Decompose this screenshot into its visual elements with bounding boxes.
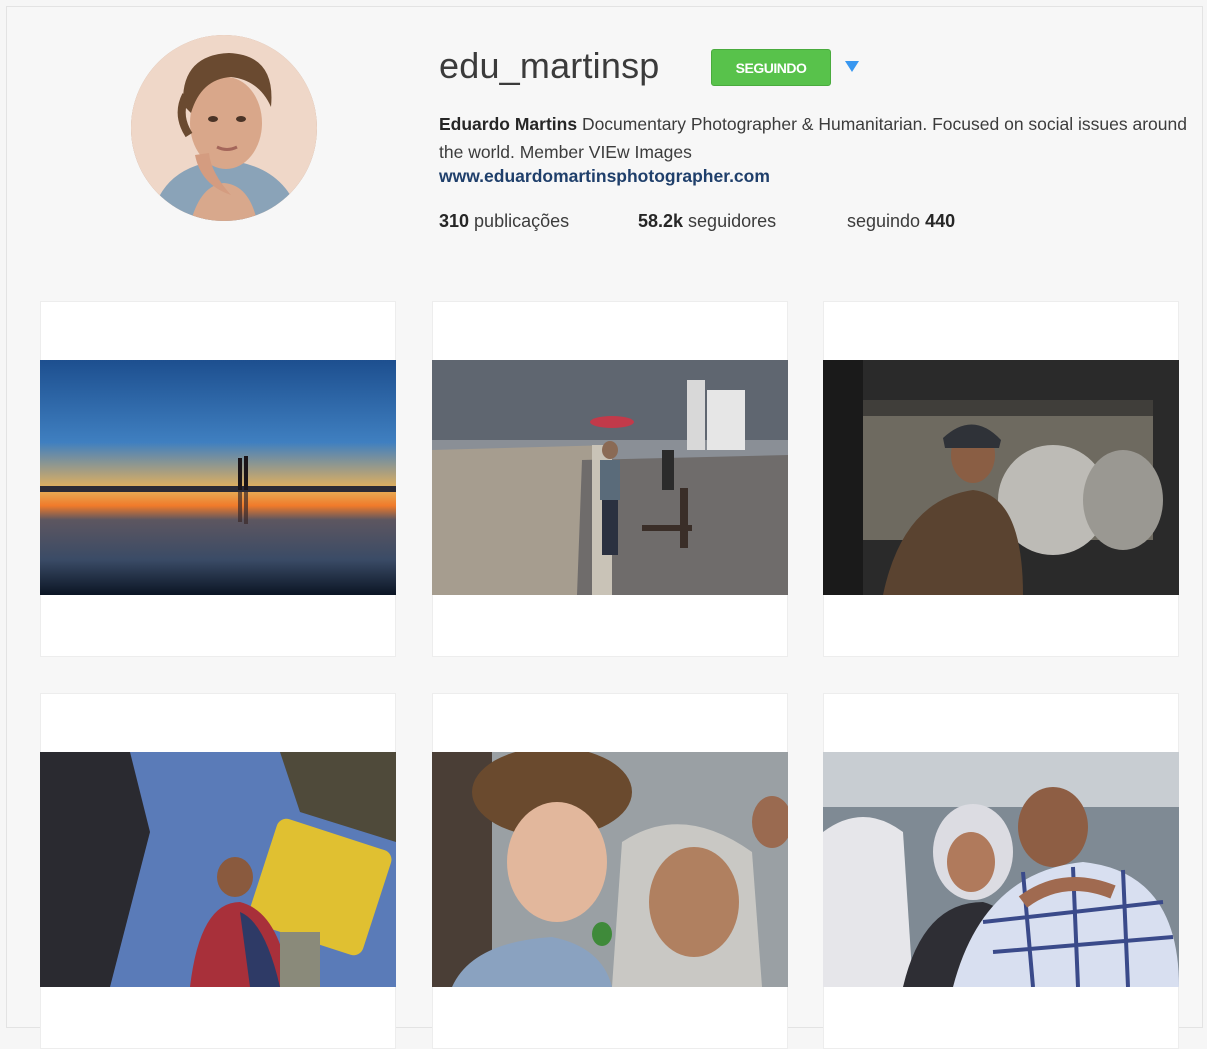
full-name: Eduardo Martins	[439, 114, 578, 134]
profile-avatar[interactable]	[131, 35, 317, 221]
profile-bio: Eduardo Martins Documentary Photographer…	[439, 110, 1189, 166]
stat-posts: 310 publicações	[439, 211, 569, 232]
post-photo	[432, 752, 788, 987]
post-tile[interactable]	[432, 301, 788, 657]
followers-label: seguidores	[683, 211, 777, 231]
stat-followers[interactable]: 58.2k seguidores	[638, 211, 776, 232]
post-photo	[823, 360, 1179, 595]
posts-count: 310	[439, 211, 470, 231]
post-tile[interactable]	[823, 301, 1179, 657]
post-photo	[432, 360, 788, 595]
post-photo	[823, 752, 1179, 987]
post-tile[interactable]	[40, 301, 396, 657]
website-link[interactable]: www.eduardomartinsphotographer.com	[439, 166, 770, 187]
post-tile[interactable]	[823, 693, 1179, 1049]
post-photo	[40, 360, 396, 595]
following-label: seguindo	[847, 211, 926, 231]
avatar-portrait	[131, 35, 317, 221]
followers-count: 58.2k	[638, 211, 684, 231]
post-tile[interactable]	[40, 693, 396, 1049]
username: edu_martinsp	[439, 45, 660, 86]
post-photo	[40, 752, 396, 987]
triangle-down-icon[interactable]	[843, 57, 861, 75]
post-tile[interactable]	[432, 693, 788, 1049]
profile-page: edu_martinsp SEGUINDO Eduardo Martins Do…	[6, 6, 1203, 1049]
stat-following[interactable]: seguindo 440	[847, 211, 955, 232]
following-button[interactable]: SEGUINDO	[711, 49, 831, 86]
following-count: 440	[925, 211, 956, 231]
posts-label: publicações	[469, 211, 570, 231]
